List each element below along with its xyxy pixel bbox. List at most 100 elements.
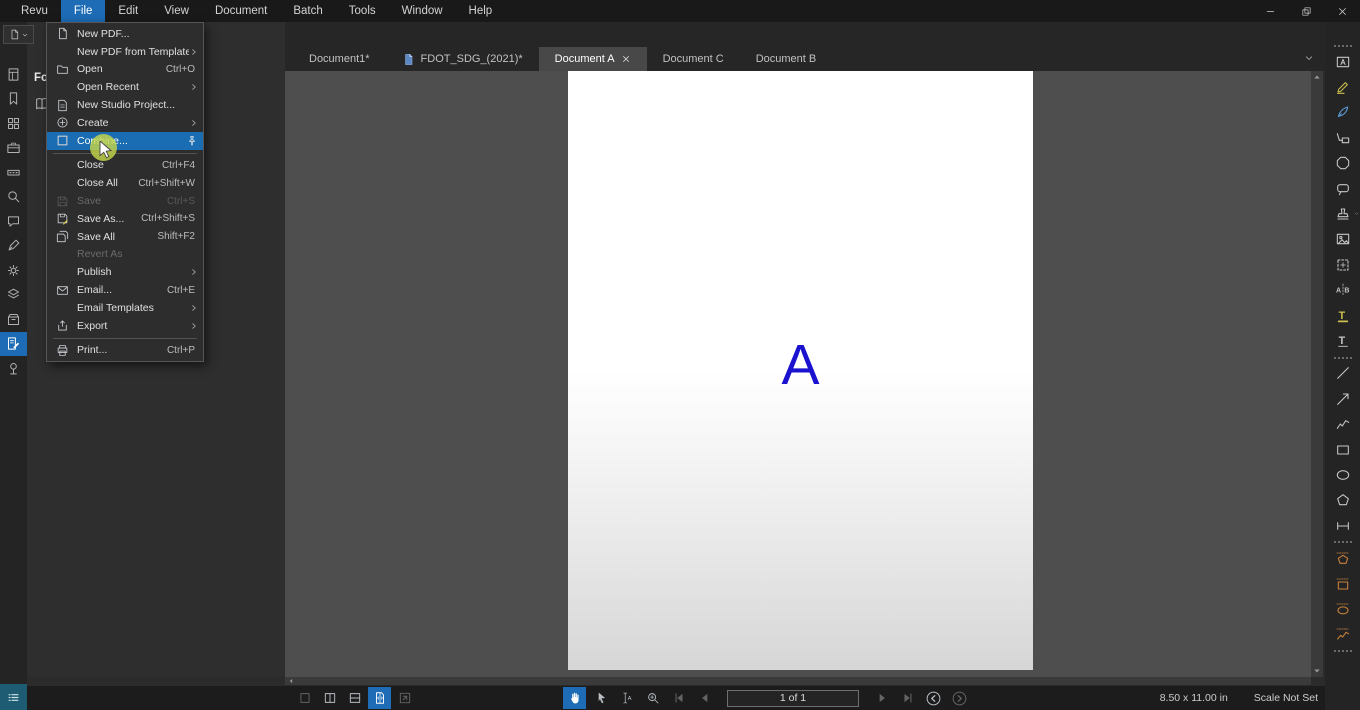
menu-file[interactable]: File xyxy=(61,0,106,22)
select-button[interactable] xyxy=(589,687,612,709)
tab-close-button[interactable] xyxy=(621,54,631,64)
sidebar-markups-list[interactable] xyxy=(0,332,27,357)
toolbar-drag-handle[interactable] xyxy=(1334,650,1352,652)
tool-text-box[interactable] xyxy=(1325,49,1360,74)
horizontal-scrollbar[interactable] xyxy=(285,677,1311,685)
sidebar-file-access[interactable] xyxy=(0,62,27,87)
tool-text-underline[interactable]: T xyxy=(1325,328,1360,353)
sidebar-layers[interactable] xyxy=(0,283,27,308)
side-by-side-view-button[interactable] xyxy=(318,687,341,709)
single-page-view-button[interactable] xyxy=(293,687,316,709)
select-text-button[interactable]: A xyxy=(615,687,638,709)
file-menu-open[interactable]: OpenCtrl+O xyxy=(47,61,203,79)
file-menu-export[interactable]: Export xyxy=(47,317,203,335)
nav-last-button[interactable] xyxy=(896,687,919,709)
new-document-button[interactable] xyxy=(3,25,34,44)
file-menu-create[interactable]: Create xyxy=(47,114,203,132)
minimize-button[interactable] xyxy=(1252,0,1288,22)
stacked-view-button[interactable] xyxy=(343,687,366,709)
file-menu-publish[interactable]: Publish xyxy=(47,263,203,281)
page-indicator-field[interactable]: 1 of 1 xyxy=(727,690,859,707)
detach-view-button[interactable] xyxy=(393,687,416,709)
file-menu-new-pdf-from-template[interactable]: New PDF from Template... xyxy=(47,43,203,61)
sidebar-spaces[interactable] xyxy=(0,356,27,381)
file-menu-close[interactable]: CloseCtrl+F4 xyxy=(47,157,203,175)
menu-revu[interactable]: Revu xyxy=(8,0,61,22)
sidebar-search[interactable] xyxy=(0,185,27,210)
tool-measure-polygon[interactable] xyxy=(1325,545,1360,570)
vertical-scrollbar[interactable] xyxy=(1311,71,1323,677)
scroll-down-button[interactable] xyxy=(1311,665,1323,677)
file-menu-email[interactable]: Email...Ctrl+E xyxy=(47,281,203,299)
sidebar-sets[interactable] xyxy=(0,307,27,332)
sidebar-signatures[interactable] xyxy=(0,234,27,259)
menu-edit[interactable]: Edit xyxy=(105,0,151,22)
sidebar-thumbnails[interactable] xyxy=(0,111,27,136)
tool-pen[interactable] xyxy=(1325,100,1360,125)
file-menu-email-templates[interactable]: Email Templates xyxy=(47,299,203,317)
menu-help[interactable]: Help xyxy=(456,0,506,22)
file-menu-print[interactable]: Print...Ctrl+P xyxy=(47,342,203,360)
pan-button[interactable] xyxy=(563,687,586,709)
markups-panel-toggle[interactable] xyxy=(0,684,27,710)
tool-stamp[interactable] xyxy=(1325,201,1360,226)
pin-button[interactable] xyxy=(186,135,198,147)
scroll-left-button[interactable] xyxy=(286,677,296,685)
scroll-up-button[interactable] xyxy=(1311,71,1323,83)
menu-view[interactable]: View xyxy=(151,0,202,22)
tool-line[interactable] xyxy=(1325,361,1360,386)
toolbar-drag-handle[interactable] xyxy=(1334,45,1352,47)
sidebar-properties[interactable] xyxy=(0,160,27,185)
sidebar-settings[interactable] xyxy=(0,258,27,283)
pdf-page[interactable]: A xyxy=(568,71,1033,670)
tool-rectangle[interactable] xyxy=(1325,437,1360,462)
tool-ellipse[interactable] xyxy=(1325,462,1360,487)
tool-polygon-sketch[interactable] xyxy=(1325,151,1360,176)
file-menu-save-all[interactable]: Save AllShift+F2 xyxy=(47,228,203,246)
sidebar-studio[interactable] xyxy=(0,209,27,234)
split-document-button[interactable] xyxy=(368,687,391,709)
previous-view-button[interactable] xyxy=(922,687,945,709)
file-menu-open-recent[interactable]: Open Recent xyxy=(47,78,203,96)
tool-measure-polyline[interactable] xyxy=(1325,622,1360,647)
nav-first-button[interactable] xyxy=(667,687,690,709)
nav-prev-button[interactable] xyxy=(693,687,716,709)
tool-compare-ab[interactable]: AB xyxy=(1325,278,1360,303)
sidebar-tool-chest[interactable] xyxy=(0,136,27,161)
tool-measure-ellipse[interactable] xyxy=(1325,596,1360,621)
tool-polyline[interactable] xyxy=(1325,411,1360,436)
tab-document-c[interactable]: Document C xyxy=(647,47,740,71)
tab-document-a[interactable]: Document A xyxy=(539,47,647,71)
zoom-button[interactable] xyxy=(641,687,664,709)
tool-dimension[interactable] xyxy=(1325,513,1360,538)
tool-arrow[interactable] xyxy=(1325,386,1360,411)
file-menu-close-all[interactable]: Close AllCtrl+Shift+W xyxy=(47,174,203,192)
tool-text-highlight[interactable]: T xyxy=(1325,303,1360,328)
file-menu-save-as[interactable]: Save As...Ctrl+Shift+S xyxy=(47,210,203,228)
tab-list-chevron[interactable] xyxy=(1303,52,1315,64)
restore-button[interactable] xyxy=(1288,0,1324,22)
menu-window[interactable]: Window xyxy=(389,0,456,22)
tab-document-b[interactable]: Document B xyxy=(740,47,833,71)
tool-cloud-callout[interactable] xyxy=(1325,176,1360,201)
tab-fdot-sdg-2021[interactable]: FDOT_SDG_(2021)* xyxy=(386,47,539,71)
menu-document[interactable]: Document xyxy=(202,0,280,22)
tool-chevron-icon[interactable] xyxy=(1353,210,1360,217)
nav-next-button[interactable] xyxy=(870,687,893,709)
file-menu-combine[interactable]: Combine... xyxy=(47,132,203,150)
scale-status-label[interactable]: Scale Not Set xyxy=(1254,692,1318,704)
file-menu-new-studio-project[interactable]: New Studio Project... xyxy=(47,96,203,114)
menu-batch[interactable]: Batch xyxy=(280,0,335,22)
sidebar-bookmarks[interactable] xyxy=(0,87,27,112)
tool-polygon[interactable] xyxy=(1325,488,1360,513)
close-button[interactable] xyxy=(1324,0,1360,22)
next-view-button[interactable] xyxy=(948,687,971,709)
tool-measure-rectangle[interactable] xyxy=(1325,571,1360,596)
tool-image[interactable] xyxy=(1325,227,1360,252)
tool-callout[interactable] xyxy=(1325,125,1360,150)
document-viewport[interactable]: A xyxy=(285,71,1311,677)
tool-highlighter[interactable] xyxy=(1325,74,1360,99)
menu-tools[interactable]: Tools xyxy=(336,0,389,22)
tab-document1[interactable]: Document1* xyxy=(293,47,386,71)
tool-snapshot[interactable] xyxy=(1325,252,1360,277)
